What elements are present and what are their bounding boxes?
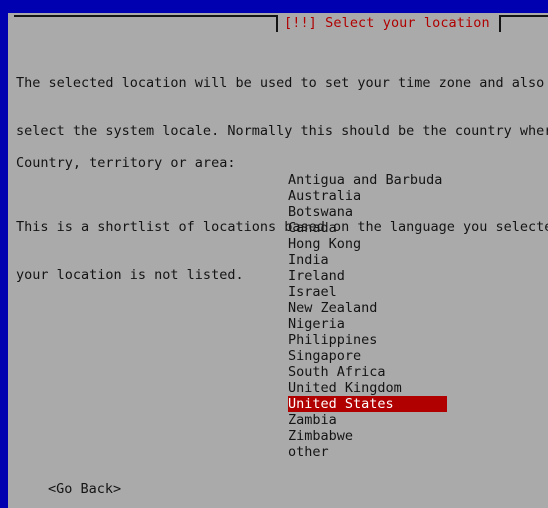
select-location-dialog: [!!] Select your location The selected l… xyxy=(8,13,548,508)
country-list-item-label: Nigeria xyxy=(288,316,345,332)
country-list-item[interactable]: Hong Kong xyxy=(288,236,463,252)
country-list-item-label: Philippines xyxy=(288,332,378,348)
country-list-item[interactable]: Ireland xyxy=(288,268,463,284)
country-list-item-label: Zambia xyxy=(288,412,337,428)
country-list-item[interactable]: New Zealand xyxy=(288,300,463,316)
country-list-item-label: Singapore xyxy=(288,348,362,364)
description-line-2: select the system locale. Normally this … xyxy=(16,123,548,139)
country-list-item[interactable]: other xyxy=(288,444,463,460)
country-list-item[interactable]: India xyxy=(288,252,463,268)
country-list-item-label: South Africa xyxy=(288,364,386,380)
country-list-item[interactable]: Australia xyxy=(288,188,463,204)
country-list[interactable]: Antigua and Barbuda Australia Botswana Cana… xyxy=(288,172,463,460)
country-list-item-label: India xyxy=(288,252,329,268)
country-list-item[interactable]: Israel xyxy=(288,284,463,300)
country-list-item-label: United States xyxy=(288,396,394,412)
country-list-item-label: Israel xyxy=(288,284,337,300)
country-list-item[interactable]: Botswana xyxy=(288,204,463,220)
country-list-item-label: Antigua and Barbuda xyxy=(288,172,443,188)
titlebar-tick-left xyxy=(276,15,278,32)
description-line-1: The selected location will be used to se… xyxy=(16,75,545,91)
titlebar-rule-right xyxy=(501,15,548,17)
country-list-item[interactable]: South Africa xyxy=(288,364,463,380)
titlebar-rule-left xyxy=(14,15,276,17)
country-list-item-label: Hong Kong xyxy=(288,236,362,252)
dialog-titlebar: [!!] Select your location xyxy=(8,13,548,34)
country-list-item[interactable]: United Kingdom xyxy=(288,380,463,396)
country-list-item-label: Ireland xyxy=(288,268,345,284)
installer-screen: [!!] Select your location The selected l… xyxy=(0,0,548,508)
country-list-item-label: Canada xyxy=(288,220,337,236)
country-list-item-label: Australia xyxy=(288,188,362,204)
country-list-item-label: Zimbabwe xyxy=(288,428,354,444)
country-prompt-label: Country, territory or area: xyxy=(16,155,236,171)
country-list-item[interactable]: Canada xyxy=(288,220,463,236)
description-line-3: This is a shortlist of locations based o… xyxy=(16,219,548,235)
country-list-item-label: New Zealand xyxy=(288,300,378,316)
dialog-description: The selected location will be used to se… xyxy=(16,43,548,315)
country-list-item-selected[interactable]: United States xyxy=(288,396,447,412)
titlebar-tick-right xyxy=(499,15,501,32)
country-list-item-label: United Kingdom xyxy=(288,380,402,396)
dialog-title: [!!] Select your location xyxy=(284,15,490,31)
country-list-item[interactable]: Zimbabwe xyxy=(288,428,463,444)
country-list-item[interactable]: Philippines xyxy=(288,332,463,348)
country-list-item-label: other xyxy=(288,444,329,460)
go-back-button[interactable]: <Go Back> xyxy=(48,481,121,497)
country-list-item[interactable]: Nigeria xyxy=(288,316,463,332)
country-list-item[interactable]: Antigua and Barbuda xyxy=(288,172,463,188)
country-list-item-label: Botswana xyxy=(288,204,354,220)
description-line-4: your location is not listed. xyxy=(16,267,244,283)
country-list-item[interactable]: Singapore xyxy=(288,348,463,364)
country-list-item[interactable]: Zambia xyxy=(288,412,463,428)
